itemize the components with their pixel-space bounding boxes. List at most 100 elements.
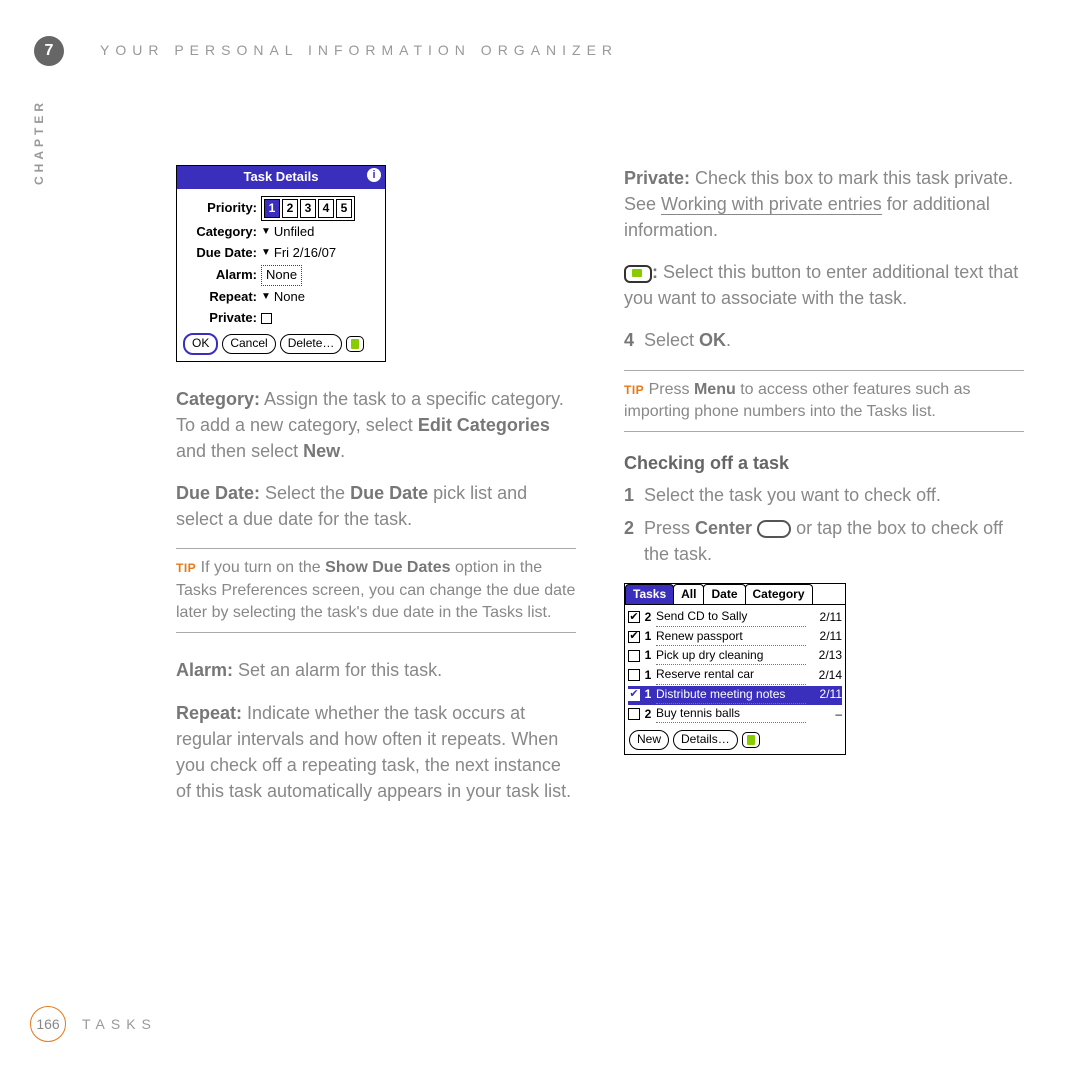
note-icon-button[interactable]: [742, 732, 760, 748]
text: Select: [644, 330, 699, 350]
private-checkbox[interactable]: [261, 313, 272, 324]
task-date: 2/11: [808, 609, 842, 626]
note-icon-button[interactable]: [346, 336, 364, 352]
category-label: Category:: [183, 223, 261, 242]
repeat-heading: Repeat:: [176, 703, 242, 723]
tip-tag: TIP: [176, 561, 196, 575]
task-priority: 2: [642, 706, 654, 723]
dropdown-icon[interactable]: ▼: [261, 290, 271, 305]
footer-section-title: TASKS: [82, 1016, 157, 1032]
task-checkbox[interactable]: [628, 708, 640, 720]
task-checkbox[interactable]: [628, 631, 640, 643]
task-row[interactable]: 1Pick up dry cleaning2/13: [628, 647, 842, 666]
task-checkbox[interactable]: [628, 669, 640, 681]
info-icon[interactable]: i: [367, 168, 381, 182]
tasks-app: Tasks All Date Category 2Send CD to Sall…: [624, 583, 846, 755]
priority-selector[interactable]: 1 2 3 4 5: [261, 196, 355, 221]
task-row[interactable]: 1Renew passport2/11: [628, 628, 842, 647]
priority-2[interactable]: 2: [282, 199, 298, 218]
repeat-label: Repeat:: [183, 288, 261, 307]
task-name[interactable]: Reserve rental car: [656, 666, 806, 684]
details-button[interactable]: Details…: [673, 730, 738, 749]
text: Select the: [260, 483, 350, 503]
text: New: [303, 441, 340, 461]
alarm-heading: Alarm:: [176, 660, 233, 680]
text: Due Date: [350, 483, 428, 503]
chapter-number-badge: 7: [34, 36, 64, 66]
category-paragraph: Category: Assign the task to a specific …: [176, 386, 576, 464]
repeat-value[interactable]: None: [274, 288, 305, 307]
tab-all[interactable]: All: [673, 584, 704, 604]
text: Press: [644, 518, 695, 538]
task-name[interactable]: Renew passport: [656, 628, 806, 646]
task-checkbox[interactable]: [628, 611, 640, 623]
priority-1[interactable]: 1: [264, 199, 280, 218]
task-date: 2/11: [808, 686, 842, 703]
note-icon: [624, 265, 652, 283]
text: Set an alarm for this task.: [233, 660, 442, 680]
tasks-tab-title: Tasks: [625, 584, 674, 604]
page-header-title: YOUR PERSONAL INFORMATION ORGANIZER: [100, 42, 618, 58]
task-name[interactable]: Distribute meeting notes: [656, 686, 806, 704]
alarm-value[interactable]: None: [261, 265, 302, 286]
category-value[interactable]: Unfiled: [274, 223, 314, 242]
text: Press: [644, 381, 694, 398]
task-checkbox[interactable]: [628, 689, 640, 701]
text: OK: [699, 330, 726, 350]
dropdown-icon[interactable]: ▼: [261, 246, 271, 261]
duedate-heading: Due Date:: [176, 483, 260, 503]
tip-box: TIP Press Menu to access other features …: [624, 370, 1024, 433]
text: Menu: [694, 381, 736, 398]
task-details-dialog: Task Details i Priority: 1 2 3 4 5: [176, 165, 386, 362]
priority-4[interactable]: 4: [318, 199, 334, 218]
alarm-paragraph: Alarm: Set an alarm for this task.: [176, 657, 576, 683]
step-number: 4: [624, 327, 634, 353]
duedate-value[interactable]: Fri 2/16/07: [274, 244, 336, 263]
task-row[interactable]: 1Reserve rental car2/14: [628, 666, 842, 685]
page-number: 166: [30, 1006, 66, 1042]
task-priority: 1: [642, 628, 654, 645]
task-date: 2/11: [808, 628, 842, 645]
text: Edit Categories: [418, 415, 550, 435]
task-checkbox[interactable]: [628, 650, 640, 662]
cancel-button[interactable]: Cancel: [222, 334, 275, 353]
tab-date[interactable]: Date: [703, 584, 745, 604]
task-date: –: [808, 706, 842, 723]
text: If you turn on the: [196, 559, 325, 576]
tab-category[interactable]: Category: [745, 584, 813, 604]
task-priority: 1: [642, 686, 654, 703]
task-name[interactable]: Send CD to Sally: [656, 608, 806, 626]
alarm-label: Alarm:: [183, 266, 261, 285]
task-row[interactable]: 2Buy tennis balls–: [628, 705, 842, 724]
dialog-title: Task Details: [244, 169, 319, 184]
task-name[interactable]: Buy tennis balls: [656, 705, 806, 723]
task-priority: 1: [642, 667, 654, 684]
text: Select the task you want to check off.: [644, 482, 941, 508]
priority-3[interactable]: 3: [300, 199, 316, 218]
section-heading: Checking off a task: [624, 450, 1024, 476]
private-paragraph: Private: Check this box to mark this tas…: [624, 165, 1024, 243]
task-priority: 1: [642, 647, 654, 664]
priority-5[interactable]: 5: [336, 199, 352, 218]
note-button-paragraph: : Select this button to enter additional…: [624, 259, 1024, 311]
step-number: 1: [624, 482, 634, 508]
repeat-paragraph: Repeat: Indicate whether the task occurs…: [176, 700, 576, 804]
private-label: Private:: [183, 309, 261, 328]
dropdown-icon[interactable]: ▼: [261, 225, 271, 240]
private-link[interactable]: Working with private entries: [661, 194, 882, 215]
text: Show Due Dates: [325, 559, 450, 576]
text: Select this button to enter additional t…: [624, 262, 1018, 308]
duedate-label: Due Date:: [183, 244, 261, 263]
task-row[interactable]: 2Send CD to Sally2/11: [628, 608, 842, 627]
task-date: 2/13: [808, 647, 842, 664]
new-button[interactable]: New: [629, 730, 669, 749]
ok-button[interactable]: OK: [183, 333, 218, 354]
center-button-icon: [757, 520, 791, 538]
task-name[interactable]: Pick up dry cleaning: [656, 647, 806, 665]
text: and then select: [176, 441, 303, 461]
priority-label: Priority:: [183, 199, 261, 218]
category-heading: Category:: [176, 389, 260, 409]
private-heading: Private:: [624, 168, 690, 188]
delete-button[interactable]: Delete…: [280, 334, 343, 353]
task-row[interactable]: 1Distribute meeting notes2/11: [628, 686, 842, 705]
